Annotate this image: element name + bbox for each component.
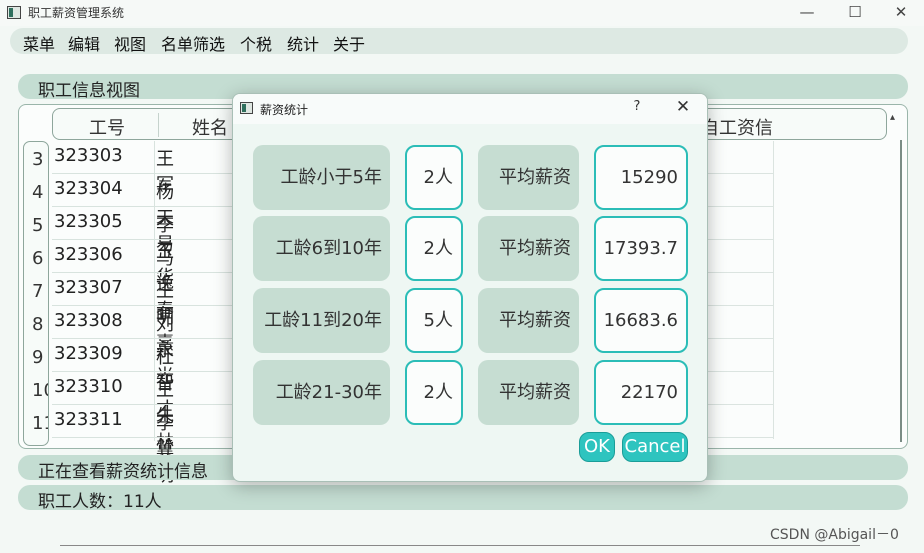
table-cell[interactable] bbox=[708, 405, 773, 438]
employee-count: 职工人数：11人 bbox=[38, 492, 162, 512]
column-separator bbox=[158, 113, 159, 137]
app-icon bbox=[7, 6, 21, 19]
ok-button[interactable]: OK bbox=[579, 432, 615, 462]
menu-item-edit[interactable]: 编辑 bbox=[68, 31, 100, 55]
salary-column-cells bbox=[708, 141, 774, 439]
table-cell[interactable] bbox=[708, 372, 773, 405]
average-salary-label: 平均薪资 bbox=[478, 288, 579, 353]
menu-item-about[interactable]: 关于 bbox=[333, 31, 365, 55]
dialog-titlebar: 薪资统计 ? ✕ bbox=[233, 94, 707, 124]
vertical-scrollbar[interactable] bbox=[896, 140, 902, 442]
row-number[interactable]: 9 bbox=[32, 347, 43, 368]
watermark: CSDN @Abigail－0 bbox=[770, 527, 899, 543]
row-divider bbox=[52, 305, 232, 306]
row-number[interactable]: 7 bbox=[32, 281, 43, 302]
window-title: 职工薪资管理系统 bbox=[28, 6, 125, 20]
row-divider bbox=[52, 338, 232, 339]
cell-employee-id[interactable]: 323304 bbox=[54, 178, 123, 199]
cell-employee-id[interactable]: 323310 bbox=[54, 376, 123, 397]
table-cell[interactable] bbox=[708, 240, 773, 273]
seniority-group-label: 工龄小于5年 bbox=[253, 145, 390, 210]
column-header-salary[interactable]: 自工资信 bbox=[701, 114, 773, 140]
average-salary-label: 平均薪资 bbox=[478, 216, 579, 281]
group-count-field[interactable]: 2人 bbox=[405, 360, 463, 425]
menu-item-stats[interactable]: 统计 bbox=[287, 31, 319, 55]
menu-item-main[interactable]: 菜单 bbox=[23, 31, 55, 55]
close-window-button[interactable]: ✕ bbox=[878, 0, 924, 26]
menu-item-tax[interactable]: 个税 bbox=[240, 31, 272, 55]
menu-item-view[interactable]: 视图 bbox=[114, 31, 146, 55]
average-salary-label: 平均薪资 bbox=[478, 145, 579, 210]
scroll-up-arrow-icon[interactable]: ▴ bbox=[890, 112, 900, 134]
row-number[interactable]: 5 bbox=[32, 215, 43, 236]
minimize-button[interactable]: — bbox=[784, 0, 830, 26]
cell-employee-id[interactable]: 323306 bbox=[54, 244, 123, 265]
average-salary-field[interactable]: 16683.6 bbox=[594, 288, 688, 353]
average-salary-field[interactable]: 17393.7 bbox=[594, 216, 688, 281]
seniority-group-label: 工龄21-30年 bbox=[253, 360, 390, 425]
menubar: 菜单 编辑 视图 名单筛选 个税 统计 关于 bbox=[10, 28, 908, 54]
menu-item-filter[interactable]: 名单筛选 bbox=[161, 31, 225, 55]
row-number[interactable]: 10 bbox=[32, 380, 48, 401]
column-header-name[interactable]: 姓名 bbox=[192, 114, 228, 140]
cell-employee-id[interactable]: 323311 bbox=[54, 409, 123, 430]
cancel-button[interactable]: Cancel bbox=[622, 432, 688, 462]
average-salary-field[interactable]: 15290 bbox=[594, 145, 688, 210]
row-divider bbox=[52, 371, 232, 372]
row-divider bbox=[52, 239, 232, 240]
column-header-id[interactable]: 工号 bbox=[89, 114, 125, 140]
column-separator bbox=[154, 141, 155, 441]
table-cell[interactable] bbox=[708, 273, 773, 306]
row-number[interactable]: 8 bbox=[32, 314, 43, 335]
average-salary-field[interactable]: 22170 bbox=[594, 360, 688, 425]
cell-employee-id[interactable]: 323307 bbox=[54, 277, 123, 298]
view-title: 职工信息视图 bbox=[38, 81, 140, 101]
table-cell[interactable] bbox=[708, 339, 773, 372]
cell-employee-id[interactable]: 323309 bbox=[54, 343, 123, 364]
average-salary-label: 平均薪资 bbox=[478, 360, 579, 425]
table-cell[interactable] bbox=[708, 141, 773, 174]
row-divider bbox=[52, 206, 232, 207]
status-message: 正在查看薪资统计信息 bbox=[38, 462, 208, 482]
salary-stats-dialog: 薪资统计 ? ✕ 工龄小于5年 2人 平均薪资 15290 工龄6到10年 2人… bbox=[232, 93, 708, 482]
underlying-window-edge bbox=[60, 545, 860, 553]
row-divider bbox=[52, 272, 232, 273]
row-divider bbox=[52, 404, 232, 405]
row-number[interactable]: 4 bbox=[32, 182, 43, 203]
cell-employee-id[interactable]: 323308 bbox=[54, 310, 123, 331]
cell-employee-id[interactable]: 323305 bbox=[54, 211, 123, 232]
employee-count-bar: 职工人数：11人 bbox=[18, 485, 908, 512]
seniority-group-label: 工龄6到10年 bbox=[253, 216, 390, 281]
row-number[interactable]: 3 bbox=[32, 149, 43, 170]
row-number-column: 3 4 5 6 7 8 9 10 11 bbox=[23, 141, 49, 446]
dialog-app-icon bbox=[240, 102, 253, 114]
row-number[interactable]: 11 bbox=[32, 413, 48, 434]
row-divider bbox=[52, 173, 232, 174]
table-cell[interactable] bbox=[708, 207, 773, 240]
dialog-title: 薪资统计 bbox=[260, 103, 309, 117]
maximize-button[interactable]: ☐ bbox=[832, 0, 878, 26]
seniority-group-label: 工龄11到20年 bbox=[253, 288, 390, 353]
table-cell[interactable] bbox=[708, 174, 773, 207]
dialog-close-button[interactable]: ✕ bbox=[673, 97, 693, 117]
row-divider bbox=[52, 437, 232, 438]
group-count-field[interactable]: 5人 bbox=[405, 288, 463, 353]
row-number[interactable]: 6 bbox=[32, 248, 43, 269]
help-button[interactable]: ? bbox=[629, 99, 645, 114]
group-count-field[interactable]: 2人 bbox=[405, 145, 463, 210]
group-count-field[interactable]: 2人 bbox=[405, 216, 463, 281]
window-titlebar: 职工薪资管理系统 — ☐ ✕ bbox=[0, 0, 924, 26]
table-cell[interactable] bbox=[708, 306, 773, 339]
cell-employee-id[interactable]: 323303 bbox=[54, 145, 123, 166]
